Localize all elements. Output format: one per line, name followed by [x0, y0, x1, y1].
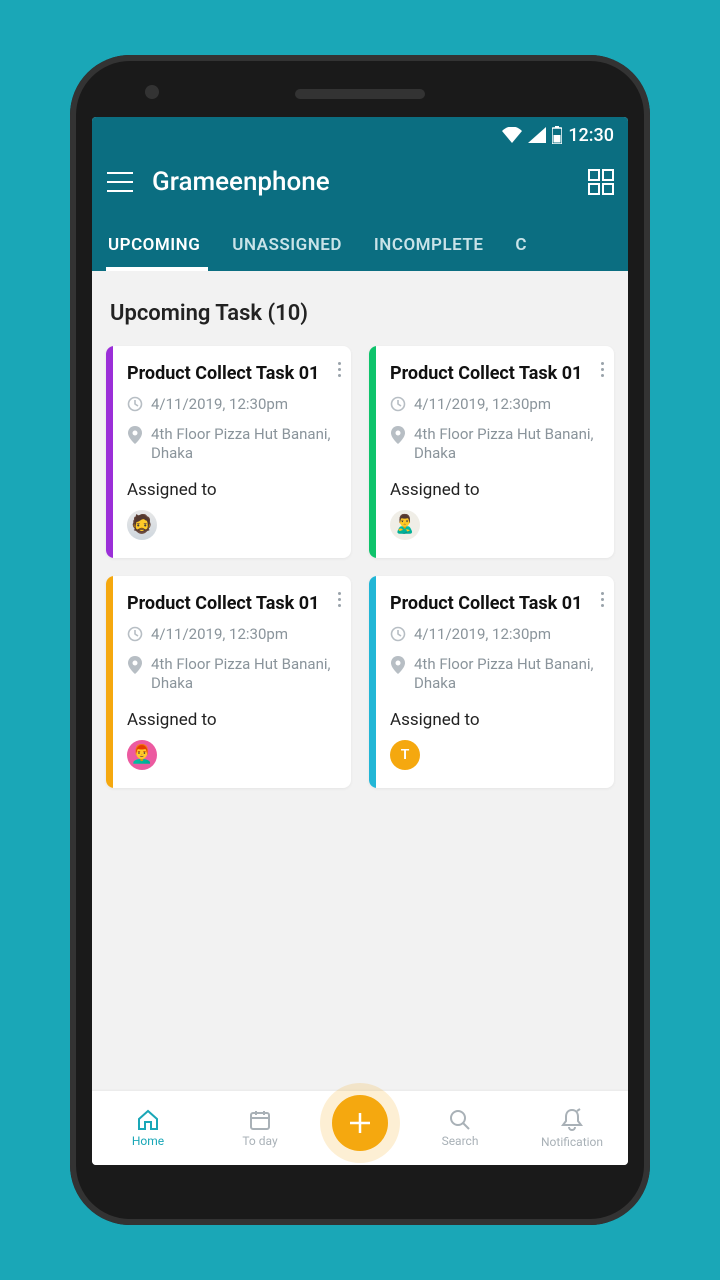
- card-location: 4th Floor Pizza Hut Banani, Dhaka: [151, 425, 339, 464]
- task-card[interactable]: Product Collect Task 01 4/11/2019, 12:30…: [106, 346, 351, 558]
- grid-view-icon[interactable]: [588, 169, 614, 195]
- task-card[interactable]: Product Collect Task 01 4/11/2019, 12:30…: [369, 576, 614, 788]
- bottom-nav: Home To day Search Notification: [92, 1091, 628, 1165]
- nav-label: Notification: [541, 1135, 603, 1149]
- task-card[interactable]: Product Collect Task 01 4/11/2019, 12:30…: [106, 576, 351, 788]
- nav-label: Home: [132, 1134, 164, 1148]
- assigned-label: Assigned to: [390, 710, 602, 730]
- card-datetime: 4/11/2019, 12:30pm: [151, 395, 288, 415]
- tab-upcoming[interactable]: UPCOMING: [106, 221, 202, 271]
- task-grid: Product Collect Task 01 4/11/2019, 12:30…: [106, 346, 614, 788]
- more-icon[interactable]: [338, 592, 341, 607]
- content-area: Upcoming Task (10) Product Collect Task …: [92, 271, 628, 1091]
- nav-label: To day: [242, 1134, 277, 1148]
- card-datetime: 4/11/2019, 12:30pm: [151, 625, 288, 645]
- card-datetime: 4/11/2019, 12:30pm: [414, 625, 551, 645]
- wifi-icon: [502, 127, 522, 143]
- location-icon: [127, 426, 143, 444]
- menu-icon[interactable]: [106, 171, 134, 193]
- tab-bar: UPCOMING UNASSIGNED INCOMPLETE C: [106, 221, 614, 271]
- nav-home[interactable]: Home: [108, 1109, 188, 1148]
- assigned-label: Assigned to: [390, 480, 602, 500]
- signal-icon: [528, 127, 546, 143]
- calendar-icon: [249, 1109, 271, 1131]
- app-bar: Grameenphone UPCOMING UNASSIGNED INCOMPL…: [92, 153, 628, 271]
- assigned-label: Assigned to: [127, 480, 339, 500]
- clock-icon: [127, 626, 143, 642]
- clock-icon: [127, 396, 143, 412]
- card-datetime: 4/11/2019, 12:30pm: [414, 395, 551, 415]
- battery-icon: [552, 126, 562, 144]
- nav-search[interactable]: Search: [420, 1109, 500, 1148]
- card-location: 4th Floor Pizza Hut Banani, Dhaka: [414, 655, 602, 694]
- card-stripe: [106, 346, 113, 558]
- location-icon: [390, 426, 406, 444]
- card-stripe: [106, 576, 113, 788]
- phone-speaker: [295, 89, 425, 99]
- avatar[interactable]: T: [390, 740, 420, 770]
- status-bar: 12:30: [92, 117, 628, 153]
- screen: 12:30 Grameenphone UPCOMING UNASSIGNED I…: [92, 117, 628, 1165]
- card-stripe: [369, 346, 376, 558]
- nav-label: Search: [442, 1134, 479, 1148]
- avatar[interactable]: [127, 740, 157, 770]
- nav-notification[interactable]: Notification: [532, 1108, 612, 1149]
- card-title: Product Collect Task 01: [127, 362, 339, 385]
- card-title: Product Collect Task 01: [390, 362, 602, 385]
- phone-frame: 12:30 Grameenphone UPCOMING UNASSIGNED I…: [70, 55, 650, 1225]
- assigned-label: Assigned to: [127, 710, 339, 730]
- tab-incomplete[interactable]: INCOMPLETE: [372, 221, 486, 271]
- more-icon[interactable]: [601, 592, 604, 607]
- bell-icon: [561, 1108, 583, 1132]
- location-icon: [390, 656, 406, 674]
- nav-today[interactable]: To day: [220, 1109, 300, 1148]
- tab-unassigned[interactable]: UNASSIGNED: [230, 221, 344, 271]
- card-title: Product Collect Task 01: [127, 592, 339, 615]
- home-icon: [136, 1109, 160, 1131]
- fab-add[interactable]: [332, 1095, 388, 1151]
- clock-icon: [390, 626, 406, 642]
- more-icon[interactable]: [338, 362, 341, 377]
- card-stripe: [369, 576, 376, 788]
- location-icon: [127, 656, 143, 674]
- card-location: 4th Floor Pizza Hut Banani, Dhaka: [151, 655, 339, 694]
- avatar[interactable]: [127, 510, 157, 540]
- more-icon[interactable]: [601, 362, 604, 377]
- task-card[interactable]: Product Collect Task 01 4/11/2019, 12:30…: [369, 346, 614, 558]
- tab-more[interactable]: C: [513, 221, 529, 271]
- section-title: Upcoming Task (10): [110, 301, 610, 326]
- avatar[interactable]: [390, 510, 420, 540]
- search-icon: [449, 1109, 471, 1131]
- card-location: 4th Floor Pizza Hut Banani, Dhaka: [414, 425, 602, 464]
- plus-icon: [347, 1110, 373, 1136]
- card-title: Product Collect Task 01: [390, 592, 602, 615]
- app-title: Grameenphone: [152, 167, 570, 197]
- clock-icon: [390, 396, 406, 412]
- phone-sensor: [145, 85, 159, 99]
- status-time: 12:30: [568, 125, 614, 146]
